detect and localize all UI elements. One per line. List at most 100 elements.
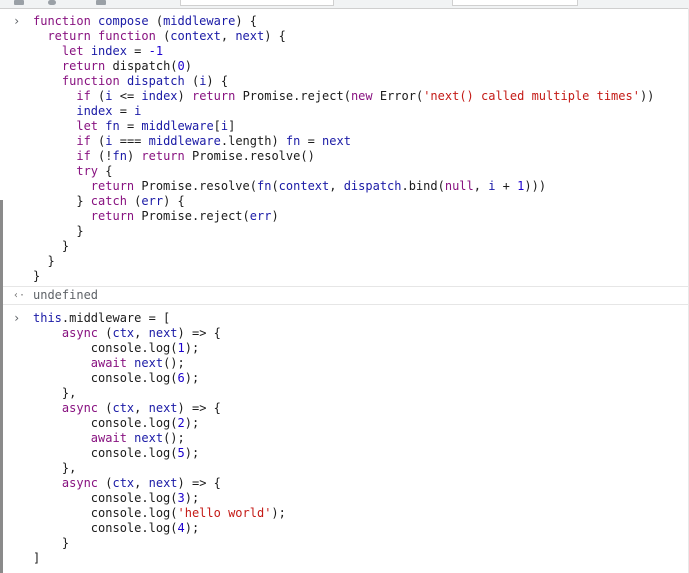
code-line: index = i (33, 104, 688, 119)
code-token: return (90, 179, 135, 193)
code-token: ))) (524, 179, 547, 193)
code-token: ] (228, 119, 236, 133)
code-line: } (33, 239, 688, 254)
code-token: async (61, 401, 99, 415)
code-token: ctx (112, 476, 135, 490)
code-token: console.log( (33, 446, 178, 460)
code-token: fn (105, 119, 120, 133)
code-line: } (33, 224, 688, 239)
code-token: ) { (264, 29, 286, 43)
code-token: ( (148, 14, 164, 28)
code-token: index (76, 104, 113, 118)
filter-input[interactable] (180, 0, 334, 6)
code-token: if (76, 134, 91, 148)
code-token: null (444, 179, 474, 193)
code-line: return Promise.resolve(fn(context, dispa… (33, 179, 688, 194)
code-token: fn (256, 179, 272, 193)
code-token: = (126, 44, 149, 58)
code-token: Promise.resolve( (134, 179, 257, 193)
code-token: )) (639, 89, 655, 103)
code-token: 'hello world' (177, 506, 272, 520)
code-token: middleware (163, 14, 236, 28)
code-token: try (76, 164, 99, 178)
code-token: ); (184, 521, 200, 535)
code-line: } catch (err) { (33, 194, 688, 209)
code-line: async (ctx, next) => { (33, 326, 688, 341)
context-selector-icon[interactable] (96, 0, 106, 5)
code-token: function (33, 14, 91, 28)
code-block[interactable]: function compose (middleware) { return f… (3, 14, 688, 284)
code-token: catch (90, 194, 127, 208)
code-token: ); (184, 416, 200, 430)
code-token: , (134, 476, 149, 490)
code-token: await (90, 356, 127, 370)
code-token: Promise.reject( (134, 209, 250, 223)
code-token: , (220, 29, 236, 43)
code-token: .middleware = [ (61, 311, 171, 325)
code-line: console.log(1); (33, 341, 688, 356)
code-token: ( (98, 476, 113, 490)
code-token: i (105, 134, 113, 148)
code-token: ( (90, 89, 106, 103)
code-token: ( (184, 74, 200, 88)
code-token: dispatch( (105, 59, 178, 73)
code-token: } (33, 194, 91, 208)
code-token: next (134, 431, 164, 445)
code-line: function compose (middleware) { (33, 14, 688, 29)
code-token: ); (184, 341, 200, 355)
code-line: if (i <= index) return Promise.reject(ne… (33, 89, 688, 104)
console-result-entry[interactable]: ‹· undefined (3, 286, 688, 304)
chevron-left-icon: ‹· (13, 290, 26, 301)
code-token: console.log( (33, 341, 178, 355)
code-token: -1 (148, 44, 164, 58)
console-input-entry[interactable]: › function compose (middleware) { return … (3, 8, 688, 286)
chevron-right-icon: › (13, 311, 21, 325)
code-token: Promise.reject( (235, 89, 351, 103)
console-input-entry[interactable]: › this.middleware = [ async (ctx, next) =… (3, 304, 688, 568)
code-token: if (76, 149, 91, 163)
code-token: let (76, 119, 99, 133)
code-token: , (473, 179, 489, 193)
code-token: (); (163, 356, 185, 370)
code-token: console.log( (33, 491, 178, 505)
code-token: console.log( (33, 506, 178, 520)
code-token: ( (90, 134, 106, 148)
code-token: i (105, 89, 113, 103)
code-token: ) (271, 209, 279, 223)
code-token: fn (112, 149, 127, 163)
code-token: <= (112, 89, 142, 103)
code-token: ( (155, 29, 171, 43)
code-token: err (141, 194, 164, 208)
code-line: }, (33, 461, 688, 476)
code-token: , (134, 401, 149, 415)
code-line: if (!fn) return Promise.resolve() (33, 149, 688, 164)
code-line: return dispatch(0) (33, 59, 688, 74)
code-token: 5 (177, 446, 185, 460)
code-token: ); (184, 371, 200, 385)
block-icon[interactable] (48, 0, 56, 5)
code-token: function (61, 74, 120, 88)
code-token: compose (98, 14, 149, 28)
code-token: 1 (177, 341, 185, 355)
code-token: new (350, 89, 373, 103)
code-token: 0 (177, 59, 185, 73)
code-token: ctx (112, 401, 135, 415)
code-line: await next(); (33, 356, 688, 371)
log-levels-dropdown[interactable] (452, 0, 578, 6)
code-token: + (495, 179, 518, 193)
code-token: next (134, 356, 164, 370)
code-line: async (ctx, next) => { (33, 401, 688, 416)
code-line: console.log('hello world'); (33, 506, 688, 521)
code-block[interactable]: this.middleware = [ async (ctx, next) =>… (3, 311, 688, 566)
clear-console-icon[interactable] (14, 0, 24, 5)
code-line: } (33, 254, 688, 269)
